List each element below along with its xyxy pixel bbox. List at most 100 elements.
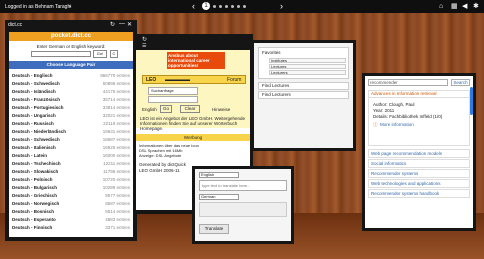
login-status: Logged in as Behnam Taraghi <box>5 4 72 10</box>
more-info-link[interactable]: More information <box>380 122 414 127</box>
library-widget: recommender Search Advances in Informati… <box>362 73 476 231</box>
scrollbar[interactable] <box>470 87 473 115</box>
language-pair-row[interactable]: Deutsch - Bosnisch 8514 entries <box>12 208 130 216</box>
prev-page-chevron-icon[interactable]: ‹ <box>192 1 195 11</box>
page-dot[interactable] <box>213 4 216 8</box>
search-input[interactable] <box>31 51 91 57</box>
language-pair-row[interactable]: Deutsch - Französisch 35714 entries <box>12 96 130 104</box>
language-tabs: LEO ▬▬▬▬▬ Forum <box>142 75 246 84</box>
result-item[interactable]: Recommender systems handbook <box>368 189 470 198</box>
language-pair-row[interactable]: Deutsch - Niederländisch 19631 entries <box>12 128 130 136</box>
tugraz-content: Favorites Institutes Lectures Lecturers … <box>254 43 353 148</box>
minimize-icon[interactable]: — <box>119 21 125 27</box>
language-pair-count: 19631 entries <box>102 129 130 134</box>
flags-icon[interactable]: ▬▬▬▬▬ <box>165 77 190 83</box>
search-input[interactable]: recommender <box>368 79 448 86</box>
ad-links: Informationen über das neue Icon DSL Spr… <box>139 143 249 158</box>
grid-icon[interactable]: ▦ <box>451 3 458 10</box>
go-button[interactable]: Go! <box>93 50 107 58</box>
language-pair-row[interactable]: Deutsch - Schwedisch 18687 entries <box>12 136 130 144</box>
language-pair-row[interactable]: Deutsch - Latein 16000 entries <box>12 152 130 160</box>
page-indicator[interactable]: 1 <box>202 2 246 10</box>
ad-section-header: Werbung <box>136 134 250 141</box>
language-pair-row[interactable]: Deutsch - Isländisch 44175 entries <box>12 88 130 96</box>
page-dot[interactable] <box>243 4 246 8</box>
language-pair-row[interactable]: Deutsch - Finnisch 3371 entries <box>12 224 130 232</box>
translation-output <box>199 202 287 217</box>
language-pair-row[interactable]: Deutsch - Polnisch 10720 entries <box>12 176 130 184</box>
favorites-title: Favorites <box>262 50 281 55</box>
favorite-item[interactable]: Institutes <box>269 58 346 63</box>
favorite-item[interactable]: Lecturers <box>269 70 346 75</box>
language-pair-row[interactable]: Deutsch - Ungarisch 32021 entries <box>12 112 130 120</box>
result-title[interactable]: Advances in Information retrieval <box>369 91 469 98</box>
ad-link[interactable]: Anzeige: DSL Angebote <box>139 153 249 158</box>
clear-button[interactable]: C <box>110 50 118 58</box>
favorites-panel: Favorites Institutes Lectures Lecturers <box>258 47 349 79</box>
translate-button[interactable]: Translate <box>199 224 229 234</box>
share-icon[interactable]: ◀ <box>462 3 467 10</box>
language-pair-row[interactable]: Deutsch - Bulgarisch 10289 entries <box>12 184 130 192</box>
language-pair-count: 10720 entries <box>102 177 130 182</box>
go-button[interactable]: Go <box>160 105 172 113</box>
language-pair-count: 8514 entries <box>105 209 130 214</box>
language-select[interactable]: English <box>142 107 157 112</box>
translate-content: English type text to translate here... G… <box>195 169 291 241</box>
next-page-chevron-icon[interactable]: › <box>280 1 283 11</box>
result-item[interactable]: Web technologies and applications <box>368 179 470 188</box>
page-dot[interactable] <box>237 4 240 8</box>
language-pair-row[interactable]: Deutsch - Slowakisch 11796 entries <box>12 168 130 176</box>
forum-link[interactable]: Forum <box>227 77 241 83</box>
language-pair-count: 18687 entries <box>102 137 130 142</box>
result-list: Web page recommendation models Social inf… <box>368 149 470 199</box>
reload-icon[interactable]: ↻ <box>142 36 147 43</box>
language-pair-name: Deutsch - Französisch <box>12 97 61 102</box>
result-item[interactable]: Recommender systems <box>368 169 470 178</box>
search-input[interactable] <box>148 96 198 103</box>
language-pair-row[interactable]: Deutsch - Schwedisch 50896 entries <box>12 80 130 88</box>
find-lectures-panel[interactable]: Find Lectures <box>258 82 349 90</box>
language-pair-row[interactable]: Deutsch - Norwegisch 8587 entries <box>12 200 130 208</box>
language-pair-row[interactable]: Deutsch - Esperanto 4883 entries <box>12 216 130 224</box>
language-pair-row[interactable]: Deutsch - Griechisch 9577 entries <box>12 192 130 200</box>
reload-icon[interactable]: ↻ <box>110 21 115 28</box>
language-pair-count: 44175 entries <box>102 89 130 94</box>
language-pair-list: Deutsch - Englisch 965770 entries Deutsch … <box>12 72 130 232</box>
widget-title-bar: dict.cc ↻ — ✕ <box>5 20 137 29</box>
settings-icon[interactable]: ✱ <box>473 3 479 10</box>
language-pair-count: 10289 entries <box>102 185 130 190</box>
language-pair-count: 35714 entries <box>102 97 130 102</box>
home-icon[interactable]: ⌂ <box>439 3 443 10</box>
current-page-dot[interactable]: 1 <box>202 2 210 10</box>
language-pair-row[interactable]: Deutsch - Russisch 22119 entries <box>12 120 130 128</box>
hints-link[interactable]: Hinweise <box>212 107 230 112</box>
source-language-select[interactable]: English <box>199 172 239 178</box>
language-pair-header: Choose Language Pair <box>9 61 133 69</box>
close-icon[interactable]: ✕ <box>127 21 132 28</box>
result-item[interactable]: Social informatics <box>368 159 470 168</box>
find-lecturers-panel[interactable]: Find Lecturers <box>258 91 349 99</box>
page-dot[interactable] <box>231 4 234 8</box>
clear-button[interactable]: Clear <box>180 105 200 113</box>
language-pair-row[interactable]: Deutsch - Englisch 965770 entries <box>12 72 130 80</box>
translate-widget: English type text to translate here... G… <box>192 166 294 244</box>
language-pair-count: 3371 entries <box>105 225 130 230</box>
page-dot[interactable] <box>225 4 228 8</box>
favorite-item[interactable]: Lectures <box>269 64 346 69</box>
language-pair-name: Deutsch - Polnisch <box>12 177 53 182</box>
top-bar: Logged in as Behnam Taraghi ⌄ ‹ 1 › ⌂ ▦ … <box>0 0 484 13</box>
target-language-select[interactable]: German <box>199 194 239 200</box>
career-ad[interactable]: Ansbus about international career opport… <box>167 52 225 69</box>
language-pair-name: Deutsch - Schwedisch <box>12 81 60 86</box>
result-item[interactable]: Web page recommendation models <box>368 149 470 158</box>
language-pair-row[interactable]: Deutsch - Portugiesisch 33814 entries <box>12 104 130 112</box>
page-dot[interactable] <box>219 4 222 8</box>
widget-menu-icon[interactable]: ☰ <box>142 43 146 49</box>
text-input[interactable]: type text to translate here... <box>199 180 287 191</box>
user-menu-chevron-icon[interactable]: ⌄ <box>68 3 72 9</box>
search-button[interactable]: Search <box>451 79 470 86</box>
language-pair-name: Deutsch - Englisch <box>12 73 53 78</box>
language-pair-row[interactable]: Deutsch - Italienisch 16925 entries <box>12 144 130 152</box>
language-pair-row[interactable]: Deutsch - Tschechisch 12211 entries <box>12 160 130 168</box>
language-pair-count: 12211 entries <box>103 161 130 166</box>
